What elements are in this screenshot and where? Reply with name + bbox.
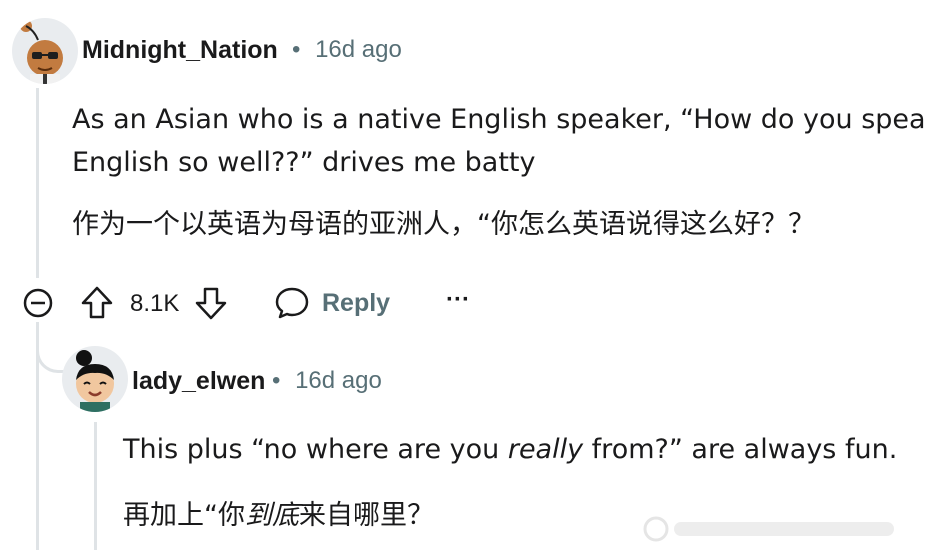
- reply-body-suffix: from?” are always fun.: [583, 434, 898, 465]
- reply-translation-italic: 到底: [245, 500, 299, 531]
- reply-username[interactable]: lady_elwen: [132, 367, 265, 396]
- more-options-icon: ···: [446, 286, 470, 313]
- reply-timestamp[interactable]: 16d ago: [295, 367, 382, 394]
- upvote-button[interactable]: [80, 285, 114, 321]
- more-options-button[interactable]: ···: [446, 286, 470, 314]
- reply-label: Reply: [322, 288, 391, 317]
- thread-line-reply[interactable]: [94, 422, 97, 550]
- avatar[interactable]: [12, 18, 78, 84]
- reply-translation-suffix: 来自哪里？: [299, 500, 434, 531]
- comment-timestamp[interactable]: 16d ago: [315, 36, 402, 63]
- meta-separator: •: [272, 367, 281, 394]
- thread-line-main[interactable]: [36, 88, 39, 278]
- watermark: [640, 512, 920, 546]
- reply-body-prefix: This plus “no where are you: [123, 434, 508, 465]
- downvote-button[interactable]: [194, 285, 228, 321]
- collapse-button[interactable]: [22, 287, 54, 319]
- reply-button[interactable]: Reply: [274, 285, 390, 321]
- reply-avatar[interactable]: [62, 346, 128, 412]
- comment-body-line-2: English so well??” drives me batty: [72, 147, 536, 178]
- reply-body: This plus “no where are you really from?…: [123, 428, 897, 472]
- comment-translation: 作为一个以英语为母语的亚洲人，“你怎么英语说得这么好？？: [72, 209, 815, 240]
- comment-username[interactable]: Midnight_Nation: [82, 36, 278, 65]
- comment-body-line-1: As an Asian who is a native English spea…: [72, 104, 926, 135]
- chat-bubble-icon: [275, 287, 309, 319]
- comment-meta: • 16d ago: [292, 36, 402, 64]
- meta-separator: •: [292, 36, 301, 63]
- collapse-minus-icon: [23, 288, 53, 318]
- downvote-arrow-icon: [195, 287, 227, 320]
- vote-count: 8.1K: [130, 290, 180, 317]
- reply-body-italic: really: [507, 434, 584, 465]
- upvote-arrow-icon: [81, 286, 113, 319]
- reply-translation: 再加上“你到底来自哪里？: [123, 493, 434, 532]
- reply-translation-prefix: 再加上“你: [123, 500, 245, 531]
- reply-meta: • 16d ago: [272, 367, 382, 395]
